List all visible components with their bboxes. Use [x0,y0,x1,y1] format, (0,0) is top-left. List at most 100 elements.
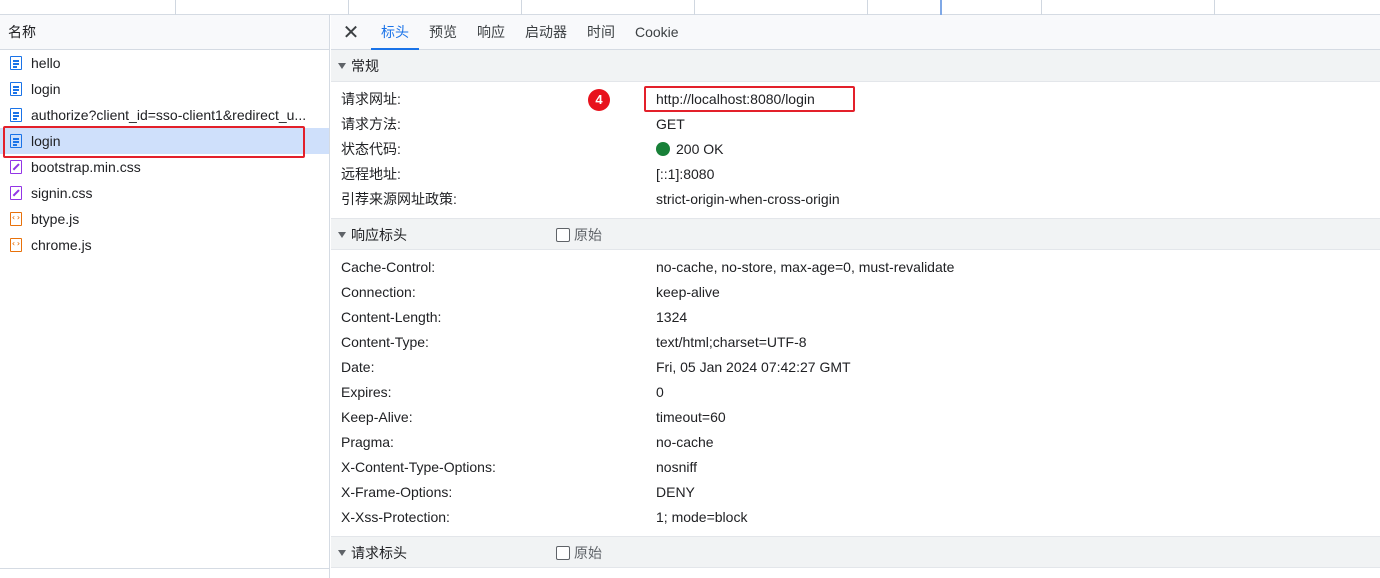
general-row-status-code: 状态代码: 200 OK [331,137,1380,162]
request-item-authorize[interactable]: authorize?client_id=sso-client1&redirect… [0,102,329,128]
collapse-triangle-icon [338,63,346,69]
header-value: 1; mode=block [656,509,748,525]
header-value: strict-origin-when-cross-origin [656,191,840,207]
response-header-row: Date: Fri, 05 Jan 2024 07:42:27 GMT [331,355,1380,380]
close-icon[interactable]: ✕ [331,15,371,49]
annotation-number-badge: 4 [588,89,610,111]
response-header-rows: Cache-Control: no-cache, no-store, max-ag… [331,250,1380,536]
waterfall-divider [175,0,176,15]
request-headers-section-header[interactable]: 请求标头 原始 [331,536,1380,568]
raw-checkbox[interactable] [556,546,570,560]
header-key: Expires: [341,384,392,400]
waterfall-divider [867,0,868,15]
header-key: X-Frame-Options: [341,484,453,500]
tab-response[interactable]: 响应 [467,15,515,49]
header-value: http://localhost:8080/login [656,91,815,107]
request-item-hello[interactable]: hello [0,50,329,76]
header-key: 请求方法: [341,116,401,132]
request-name: hello [31,55,61,71]
waterfall-divider [1041,0,1042,15]
response-header-row: Content-Length: 1324 [331,305,1380,330]
response-header-row: Keep-Alive: timeout=60 [331,405,1380,430]
waterfall-divider [1214,0,1215,15]
name-column-header[interactable]: 名称 [0,15,329,50]
header-key: Cache-Control: [341,259,436,275]
raw-toggle[interactable]: 原始 [556,537,602,569]
header-key: Date: [341,359,375,375]
header-key: Connection: [341,284,416,300]
waterfall-divider [521,0,522,15]
header-value: Fri, 05 Jan 2024 07:42:27 GMT [656,359,851,375]
request-item-bootstrap-css[interactable]: bootstrap.min.css [0,154,329,180]
request-item-signin-css[interactable]: signin.css [0,180,329,206]
raw-toggle[interactable]: 原始 [556,219,602,251]
general-row-remote-address: 远程地址: [::1]:8080 [331,162,1380,187]
tab-timing[interactable]: 时间 [577,15,625,49]
response-header-row: Connection: keep-alive [331,280,1380,305]
waterfall-divider [348,0,349,15]
request-name: authorize?client_id=sso-client1&redirect… [31,107,307,123]
header-value: timeout=60 [656,409,726,425]
header-value: 200 OK [676,141,724,157]
header-value: no-cache [656,434,714,450]
raw-label: 原始 [574,545,602,561]
tab-headers[interactable]: 标头 [371,15,419,50]
tab-initiator[interactable]: 启动器 [515,15,577,49]
request-details-panel: ✕ 标头 预览 响应 启动器 时间 Cookie 常规 请求网址: 4 http… [331,15,1380,578]
section-title: 请求标头 [351,545,407,561]
header-key: Content-Length: [341,309,442,325]
response-header-row: Content-Type: text/html;charset=UTF-8 [331,330,1380,355]
general-row-request-method: 请求方法: GET [331,112,1380,137]
collapse-triangle-icon [338,232,346,238]
collapse-triangle-icon [338,550,346,556]
waterfall-strip [0,0,1380,15]
raw-checkbox[interactable] [556,228,570,242]
request-name: login [31,81,61,97]
document-icon [10,82,22,96]
tab-preview[interactable]: 预览 [419,15,467,49]
document-icon [10,108,22,122]
request-item-login[interactable]: login [0,76,329,102]
stylesheet-icon [10,160,22,174]
script-icon: ‹› [10,238,22,252]
request-list-footer [0,568,329,578]
header-key: Pragma: [341,434,394,450]
stylesheet-icon [10,186,22,200]
response-headers-section-header[interactable]: 响应标头 原始 [331,218,1380,250]
header-key: X-Xss-Protection: [341,509,450,525]
general-section-header[interactable]: 常规 [331,50,1380,82]
status-value: 200 OK [656,137,723,162]
header-key: 状态代码: [341,141,401,157]
request-list: hello login authorize?client_id=sso-clie… [0,50,329,258]
request-list-panel: 名称 hello login authorize?client_id=sso-c… [0,15,330,578]
request-name: btype.js [31,211,80,227]
raw-label: 原始 [574,227,602,243]
request-item-login-selected[interactable]: login [0,128,329,154]
section-title: 响应标头 [351,227,407,243]
response-header-row: Expires: 0 [331,380,1380,405]
response-header-row: X-Xss-Protection: 1; mode=block [331,505,1380,530]
header-value: DENY [656,484,695,500]
response-header-row: Pragma: no-cache [331,430,1380,455]
request-item-chrome-js[interactable]: ‹› chrome.js [0,232,329,258]
header-value: 0 [656,384,664,400]
header-value: text/html;charset=UTF-8 [656,334,807,350]
request-item-btype-js[interactable]: ‹› btype.js [0,206,329,232]
header-value: no-cache, no-store, max-age=0, must-reva… [656,259,955,275]
header-key: Content-Type: [341,334,429,350]
tab-cookie[interactable]: Cookie [625,15,689,49]
header-value: [::1]:8080 [656,166,715,182]
general-row-referrer-policy: 引荐来源网址政策: strict-origin-when-cross-origi… [331,187,1380,212]
general-row-request-url: 请求网址: 4 http://localhost:8080/login [331,87,1380,112]
request-name: bootstrap.min.css [31,159,141,175]
waterfall-divider [694,0,695,15]
header-key: Keep-Alive: [341,409,413,425]
response-header-row: X-Frame-Options: DENY [331,480,1380,505]
request-name: login [31,133,61,149]
header-value: nosniff [656,459,697,475]
script-icon: ‹› [10,212,22,226]
response-header-row: X-Content-Type-Options: nosniff [331,455,1380,480]
header-key: 请求网址: [341,91,401,107]
header-key: X-Content-Type-Options: [341,459,496,475]
status-ok-dot-icon [656,142,670,156]
